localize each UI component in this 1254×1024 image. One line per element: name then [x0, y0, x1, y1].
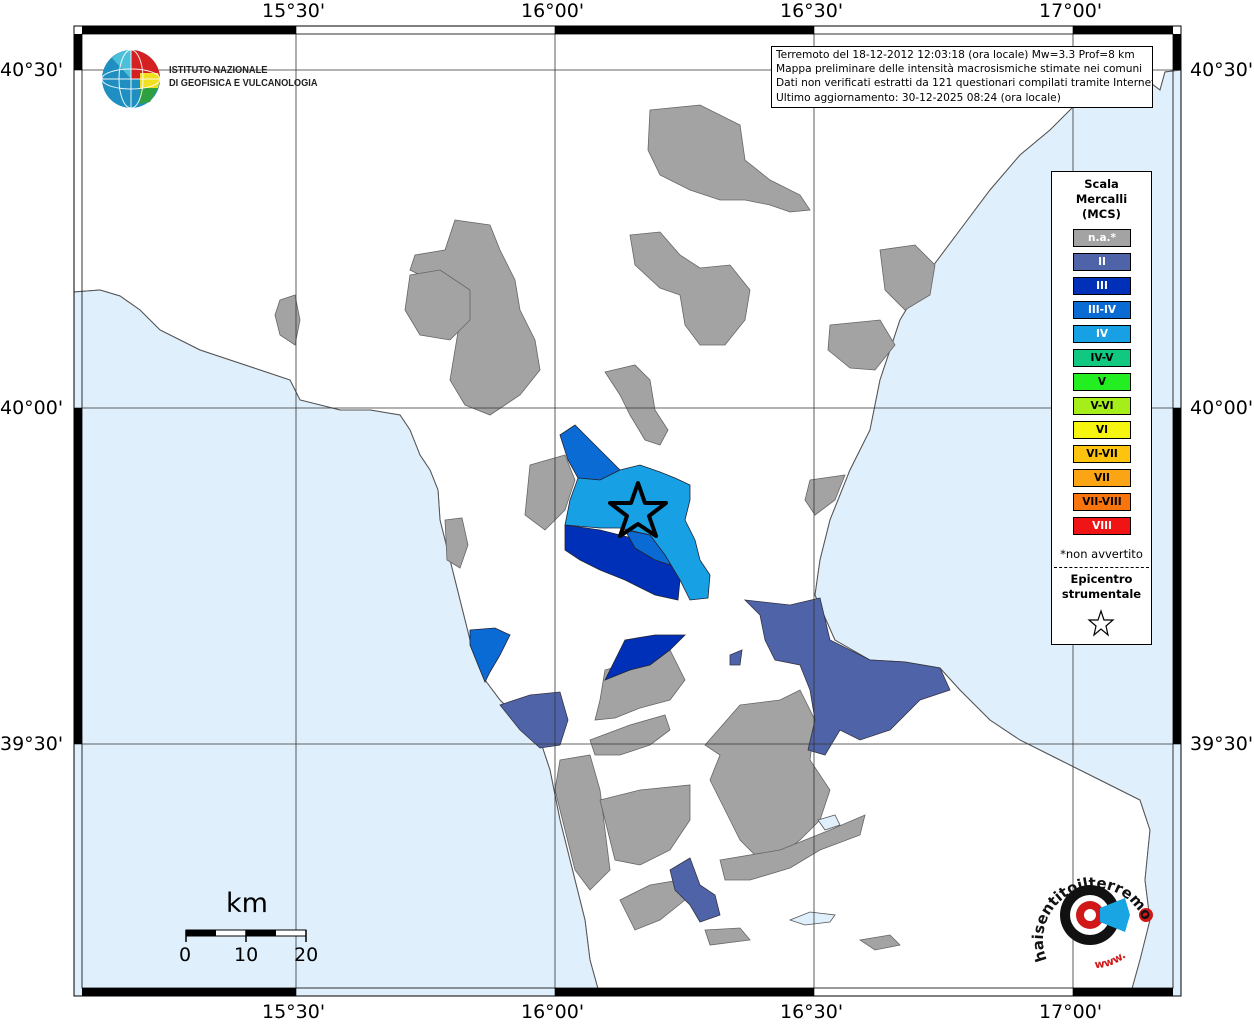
legend-item: III [1073, 277, 1131, 295]
lon-label-top: 17°00' [1039, 0, 1103, 22]
info-line-4: Ultimo aggiornamento: 30-12-2025 08:24 (… [776, 91, 1061, 104]
legend-item: IV [1073, 325, 1131, 343]
lon-label-top: 16°00' [521, 0, 585, 22]
info-line-1: Terremoto del 18-12-2012 12:03:18 (ora l… [776, 49, 1135, 61]
legend-title-line1: Scala [1084, 177, 1119, 191]
lat-label-left: 40°30' [0, 59, 64, 81]
svg-text:www.: www. [1094, 949, 1128, 972]
legend-item: V [1073, 373, 1131, 391]
legend-epicenter-line1: Epicentro [1070, 572, 1133, 586]
lat-label-left: 39°30' [0, 733, 64, 755]
lon-label-bottom: 15°30' [262, 1001, 326, 1023]
legend-item: III-IV [1073, 301, 1131, 319]
legend-item: VI-VII [1073, 445, 1131, 463]
legend-item: VII-VIII [1073, 493, 1131, 511]
legend-item: n.a.* [1073, 229, 1131, 247]
ingv-name-line1: ISTITUTO NAZIONALE [169, 64, 268, 76]
lon-label-top: 15°30' [262, 0, 326, 22]
legend-item: VI [1073, 421, 1131, 439]
legend-epicenter-line2: strumentale [1061, 587, 1142, 601]
legend-item: II [1073, 253, 1131, 271]
scale-tick: 0 [179, 944, 192, 966]
lon-label-bottom: 16°30' [780, 1001, 844, 1023]
watermark-www: www. [1094, 949, 1128, 972]
ingv-name: ISTITUTO NAZIONALE DI GEOFISICA E VULCAN… [169, 64, 318, 90]
scale-tick: 10 [234, 944, 259, 966]
star-icon [1087, 609, 1115, 637]
mcs-legend: Scala Mercalli (MCS) n.a.* II III III-IV IV I… [1051, 171, 1152, 645]
legend-note: *non avvertito [1060, 547, 1143, 561]
lon-label-bottom: 17°00' [1039, 1001, 1103, 1023]
info-line-2: Mappa preliminare delle intensità macros… [776, 63, 1143, 76]
legend-item: IV-V [1073, 349, 1131, 367]
legend-title: Scala Mercalli (MCS) [1052, 177, 1151, 222]
legend-item: VII [1073, 469, 1131, 487]
scale-tick: 20 [294, 944, 319, 966]
earthquake-info-box: Terremoto del 18-12-2012 12:03:18 (ora l… [771, 46, 1153, 108]
scale-unit: km [226, 888, 268, 919]
legend-divider [1054, 567, 1149, 568]
lat-label-right: 40°00' [1190, 397, 1254, 419]
lon-label-bottom: 16°00' [521, 1001, 585, 1023]
legend-item: V-VI [1073, 397, 1131, 415]
legend-title-line3: (MCS) [1082, 207, 1121, 221]
watermark-text: haisentitoilterremoto.it [1025, 850, 1156, 964]
lat-label-right: 40°30' [1190, 59, 1254, 81]
legend-item: VIII [1073, 517, 1131, 535]
svg-text:haisentitoilterremoto.it: haisentitoilterremoto.it [1025, 850, 1156, 964]
lat-label-right: 39°30' [1190, 733, 1254, 755]
watermark: haisentitoilterremoto.it www. [1025, 850, 1156, 972]
lat-label-left: 40°00' [0, 397, 64, 419]
legend-epicenter-label: Epicentro strumentale [1052, 572, 1151, 602]
globe-icon [101, 49, 161, 109]
legend-title-line2: Mercalli [1075, 192, 1128, 206]
ingv-name-line2: DI GEOFISICA E VULCANOLOGIA [169, 77, 318, 89]
info-line-3: Dati non verificati estratti da 121 ques… [776, 77, 1153, 90]
lon-label-top: 16°30' [780, 0, 844, 22]
